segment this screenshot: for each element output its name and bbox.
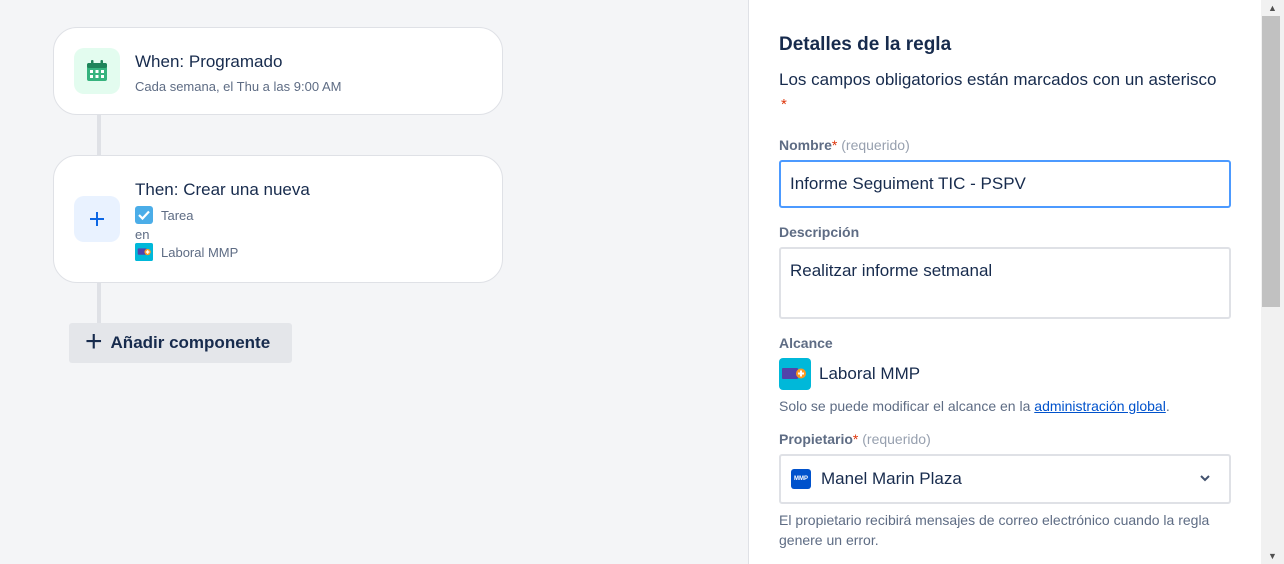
project-icon (135, 243, 153, 261)
chevron-down-icon (1200, 475, 1210, 482)
required-asterisk: * (781, 96, 787, 113)
panel-title: Detalles de la regla (779, 34, 952, 55)
name-label: Nombre* (requerido) (779, 137, 910, 153)
flow-connector (97, 115, 101, 155)
scroll-down-arrow-icon[interactable]: ▼ (1261, 548, 1284, 564)
project-row: Laboral MMP (135, 243, 238, 261)
scroll-up-arrow-icon[interactable]: ▲ (1261, 0, 1284, 16)
name-input[interactable]: Informe Seguiment TIC - PSPV (779, 160, 1231, 208)
in-label: en (135, 227, 150, 242)
add-component-label: Añadir componente (110, 333, 271, 352)
action-card[interactable]: Then: Crear una nueva Tarea en Laboral M… (53, 155, 503, 283)
avatar: MMP (791, 469, 811, 489)
trigger-title: When: Programado (135, 52, 283, 71)
add-component-button[interactable]: + Añadir componente (69, 323, 292, 363)
calendar-icon (74, 48, 120, 94)
task-checkbox-icon (135, 206, 153, 224)
global-admin-link[interactable]: administración global (1034, 398, 1166, 414)
trigger-schedule: Cada semana, el Thu a las 9:00 AM (135, 79, 342, 94)
description-textarea[interactable]: Realitzar informe setmanal (779, 247, 1231, 319)
description-label: Descripción (779, 224, 860, 240)
owner-select[interactable]: MMP Manel Marin Plaza (779, 454, 1231, 504)
action-title: Then: Crear una nueva (135, 180, 310, 199)
project-icon (779, 358, 811, 390)
issue-type-row: Tarea (135, 206, 194, 224)
scope-value: Laboral MMP (779, 358, 920, 390)
scope-helper: Solo se puede modificar el alcance en la… (779, 398, 1170, 414)
trigger-card[interactable]: When: Programado Cada semana, el Thu a l… (53, 27, 503, 115)
issue-type-label: Tarea (161, 207, 194, 223)
plus-icon (74, 196, 120, 242)
panel-description: Los campos obligatorios están marcados c… (779, 70, 1217, 89)
owner-label: Propietario* (requerido) (779, 431, 931, 447)
owner-value: Manel Marin Plaza (821, 469, 962, 488)
scope-project-label: Laboral MMP (819, 364, 921, 383)
rule-canvas: When: Programado Cada semana, el Thu a l… (0, 0, 748, 564)
flow-connector (97, 283, 101, 323)
owner-helper: El propietario recibirá mensajes de corr… (779, 512, 1210, 548)
scope-label: Alcance (779, 335, 833, 351)
rule-details-panel: Detalles de la regla Los campos obligato… (748, 0, 1261, 564)
plus-icon: + (85, 324, 103, 358)
project-label: Laboral MMP (161, 244, 239, 260)
scrollbar-thumb[interactable] (1262, 16, 1280, 307)
